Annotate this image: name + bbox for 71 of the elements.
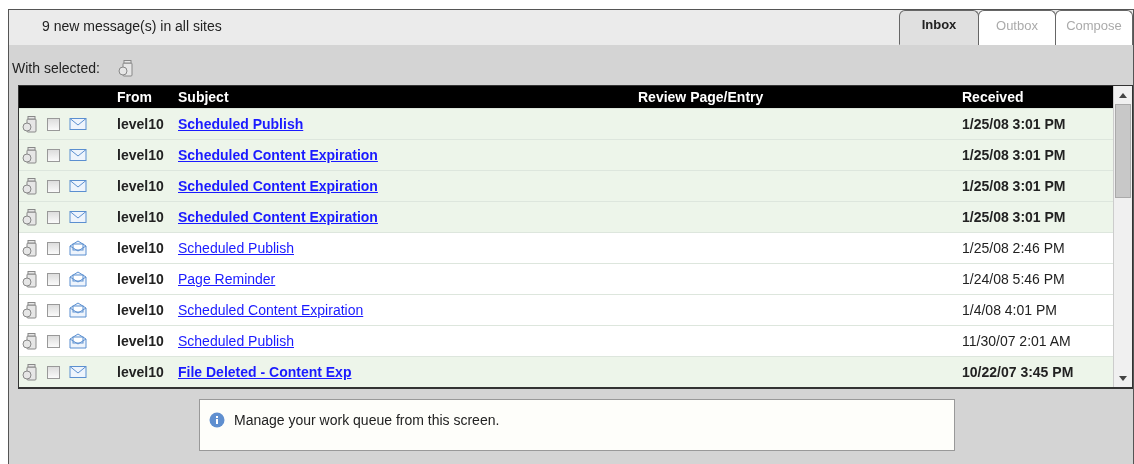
- envelope-icon: [69, 179, 87, 193]
- received-cell-text: 1/24/08 5:46 PM: [962, 271, 1066, 287]
- trash-icon[interactable]: [22, 270, 38, 288]
- trash-icon[interactable]: [22, 177, 38, 195]
- subject-link[interactable]: Scheduled Content Expiration: [178, 302, 364, 318]
- trash-icon[interactable]: [22, 301, 38, 319]
- open-envelope-icon: [69, 333, 87, 349]
- envelope-icon: [69, 365, 87, 379]
- subject-link[interactable]: Scheduled Publish: [178, 240, 294, 256]
- row-checkbox[interactable]: [47, 117, 60, 131]
- open-envelope-icon: [69, 302, 87, 318]
- message-row[interactable]: level10 Scheduled Publish 1/25/08 3:01 PM: [19, 108, 1113, 139]
- trash-icon[interactable]: [22, 115, 38, 133]
- row-checkbox[interactable]: [47, 241, 60, 255]
- trash-icon[interactable]: [22, 332, 38, 350]
- received-cell-text: 1/4/08 4:01 PM: [962, 302, 1058, 318]
- trash-icon[interactable]: [117, 59, 134, 77]
- envelope-icon: [69, 148, 87, 162]
- tab[interactable]: Inbox: [899, 10, 979, 45]
- message-row[interactable]: level10 Scheduled Content Expiration 1/25/08 3:01 PM: [19, 170, 1113, 201]
- subject-link[interactable]: Scheduled Publish: [178, 333, 294, 349]
- message-row[interactable]: level10 File Deleted - Content Exp 10/22/07 3:45 PM: [19, 356, 1113, 387]
- sender-cell-text: level10: [117, 364, 165, 380]
- new-messages-summary: 9 new message(s) in all sites: [41, 17, 222, 36]
- row-checkbox[interactable]: [47, 334, 60, 348]
- sender-cell-text: level10: [117, 240, 165, 256]
- row-checkbox[interactable]: [47, 272, 60, 286]
- trash-icon[interactable]: [22, 146, 38, 164]
- column-header: Review Page/Entry: [638, 89, 765, 105]
- row-checkbox[interactable]: [47, 148, 60, 162]
- open-envelope-icon: [69, 240, 87, 256]
- received-cell-text: 1/25/08 3:01 PM: [962, 116, 1067, 132]
- subject-link[interactable]: Page Reminder: [178, 271, 276, 287]
- column-header: Received: [962, 89, 1025, 105]
- received-cell-text: 1/25/08 3:01 PM: [962, 178, 1067, 194]
- scroll-thumb[interactable]: [1115, 104, 1131, 198]
- message-row[interactable]: level10 Scheduled Content Expiration 1/25/08 3:01 PM: [19, 139, 1113, 170]
- subject-link[interactable]: Scheduled Content Expiration: [178, 178, 378, 194]
- received-cell-text: 1/25/08 2:46 PM: [962, 240, 1066, 256]
- subject-link[interactable]: Scheduled Publish: [178, 116, 304, 132]
- sender-cell-text: level10: [117, 271, 165, 287]
- row-checkbox[interactable]: [47, 365, 60, 379]
- received-cell-text: 11/30/07 2:01 AM: [962, 333, 1072, 349]
- row-checkbox[interactable]: [47, 210, 60, 224]
- scrollbar[interactable]: [1113, 86, 1132, 387]
- message-row[interactable]: level10 Scheduled Content Expiration 1/25/08 3:01 PM: [19, 201, 1113, 232]
- envelope-icon: [69, 210, 87, 224]
- sender-cell-text: level10: [117, 209, 165, 225]
- subject-link[interactable]: File Deleted - Content Exp: [178, 364, 352, 380]
- sender-cell-text: level10: [117, 302, 165, 318]
- sender-cell-text: level10: [117, 178, 165, 194]
- subject-link[interactable]: Scheduled Content Expiration: [178, 147, 378, 163]
- with-selected-label: With selected:: [12, 60, 100, 76]
- trash-icon[interactable]: [22, 208, 38, 226]
- subject-link[interactable]: Scheduled Content Expiration: [178, 209, 378, 225]
- trash-icon[interactable]: [22, 239, 38, 257]
- column-header: Subject: [178, 89, 230, 105]
- sender-cell-text: level10: [117, 147, 165, 163]
- info-icon: [209, 412, 225, 428]
- received-cell-text: 1/25/08 3:01 PM: [962, 209, 1067, 225]
- trash-icon[interactable]: [22, 363, 38, 381]
- info-message: Manage your work queue from this screen.: [234, 412, 500, 428]
- open-envelope-icon: [69, 271, 87, 287]
- column-header: From: [117, 89, 153, 105]
- received-cell-text: 10/22/07 3:45 PM: [962, 364, 1075, 380]
- sender-cell-text: level10: [117, 333, 165, 349]
- envelope-icon: [69, 117, 87, 131]
- row-checkbox[interactable]: [47, 179, 60, 193]
- sender-cell-text: level10: [117, 116, 165, 132]
- received-cell-text: 1/25/08 3:01 PM: [962, 147, 1067, 163]
- row-checkbox[interactable]: [47, 303, 60, 317]
